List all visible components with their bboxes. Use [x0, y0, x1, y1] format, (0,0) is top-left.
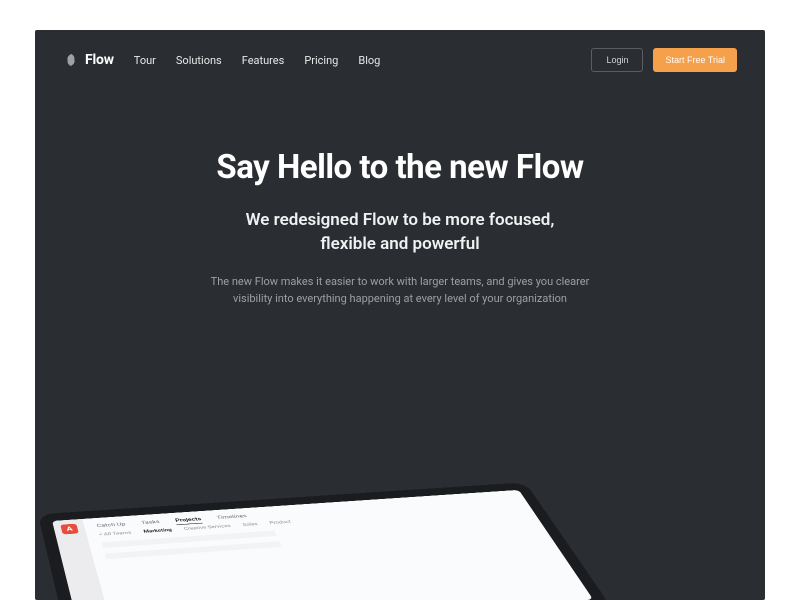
- hero-section: Say Hello to the new Flow We redesigned …: [35, 90, 765, 308]
- brand-logo[interactable]: Flow: [63, 52, 114, 68]
- product-mockup: A Catch Up Tasks Projects Timelines < Al…: [38, 482, 611, 600]
- mockup-screen: A Catch Up Tasks Projects Timelines < Al…: [52, 490, 593, 600]
- mockup-tab-timelines: Timelines: [216, 513, 248, 520]
- mockup-subtab-sales: Sales: [242, 522, 258, 527]
- landing-page: Flow Tour Solutions Features Pricing Blo…: [35, 30, 765, 600]
- nav-links: Tour Solutions Features Pricing Blog: [134, 54, 381, 67]
- nav-link-solutions[interactable]: Solutions: [176, 54, 222, 67]
- hero-subtitle-line1: We redesigned Flow to be more focused,: [246, 210, 555, 230]
- mockup-app-badge: A: [60, 524, 79, 535]
- hero-body: The new Flow makes it easier to work wit…: [200, 273, 600, 308]
- start-free-trial-button[interactable]: Start Free Trial: [653, 48, 737, 72]
- hero-title: Say Hello to the new Flow: [125, 148, 675, 187]
- mockup-tab-tasks: Tasks: [140, 519, 160, 525]
- mockup-device-frame: A Catch Up Tasks Projects Timelines < Al…: [38, 482, 611, 600]
- mockup-main: Catch Up Tasks Projects Timelines < All …: [82, 490, 593, 600]
- brand-name: Flow: [85, 52, 114, 68]
- mockup-subtab-product: Product: [269, 520, 292, 526]
- nav-link-pricing[interactable]: Pricing: [304, 54, 338, 67]
- mockup-subtab-marketing: Marketing: [143, 528, 173, 534]
- nav-right: Login Start Free Trial: [591, 48, 737, 72]
- nav-link-tour[interactable]: Tour: [134, 54, 156, 67]
- mockup-tab-projects: Projects: [174, 516, 202, 522]
- mockup-subtab-creative: Creative Services: [183, 524, 231, 531]
- hero-subtitle-line2: flexible and powerful: [320, 234, 479, 254]
- mockup-tab-catchup: Catch Up: [96, 522, 126, 529]
- mockup-subtab-allteams: < All Teams: [99, 530, 132, 537]
- hero-subtitle: We redesigned Flow to be more focused, f…: [125, 209, 675, 257]
- nav-link-blog[interactable]: Blog: [358, 54, 380, 67]
- login-button[interactable]: Login: [591, 48, 643, 72]
- flow-logo-icon: [63, 52, 79, 68]
- nav-link-features[interactable]: Features: [242, 54, 285, 67]
- top-nav: Flow Tour Solutions Features Pricing Blo…: [35, 30, 765, 90]
